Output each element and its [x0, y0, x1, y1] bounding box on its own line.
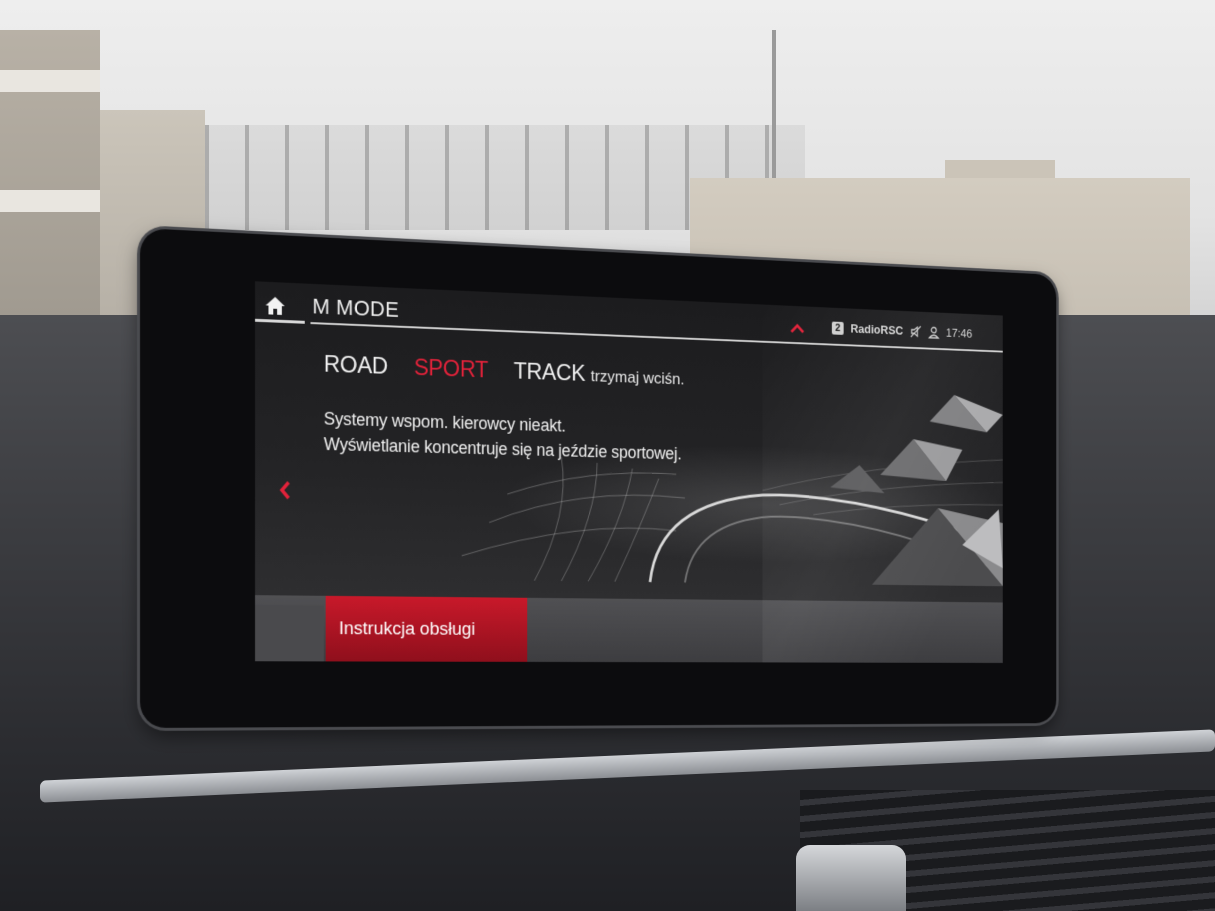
user-icon [928, 325, 939, 338]
home-icon[interactable] [265, 296, 286, 317]
source-badge: 2 [831, 321, 844, 335]
mode-road[interactable]: ROAD [324, 351, 388, 381]
page-title: M MODE [312, 293, 400, 322]
owners-manual-button[interactable]: Instrukcja obsługi [325, 595, 528, 662]
radio-station: RadioRSC [850, 321, 904, 338]
pole [772, 30, 776, 190]
mode-description: Systemy wspom. kierowcy nieakt. Wyświetl… [324, 406, 682, 466]
building-left [0, 30, 100, 330]
clock: 17:46 [945, 325, 973, 341]
bottom-bar: Instrukcja obsługi [255, 595, 1003, 663]
chevron-left-icon[interactable] [278, 479, 291, 501]
vent-knob [796, 845, 906, 911]
chevron-up-icon[interactable] [790, 322, 805, 334]
track-hold-hint: trzymaj wciśn. [590, 366, 685, 389]
speaker-muted-icon [910, 325, 922, 338]
display-screen: M MODE 2 RadioRSC 17:46 ROAD SPORT TRACK… [255, 281, 1003, 663]
home-underline [255, 318, 305, 324]
display-bezel: M MODE 2 RadioRSC 17:46 ROAD SPORT TRACK… [140, 228, 1057, 728]
status-indicators: 2 RadioRSC 17:46 [831, 321, 973, 341]
bottom-bar-left-tab[interactable] [255, 605, 324, 662]
mode-track[interactable]: TRACK [514, 358, 586, 387]
mode-sport[interactable]: SPORT [414, 354, 488, 384]
